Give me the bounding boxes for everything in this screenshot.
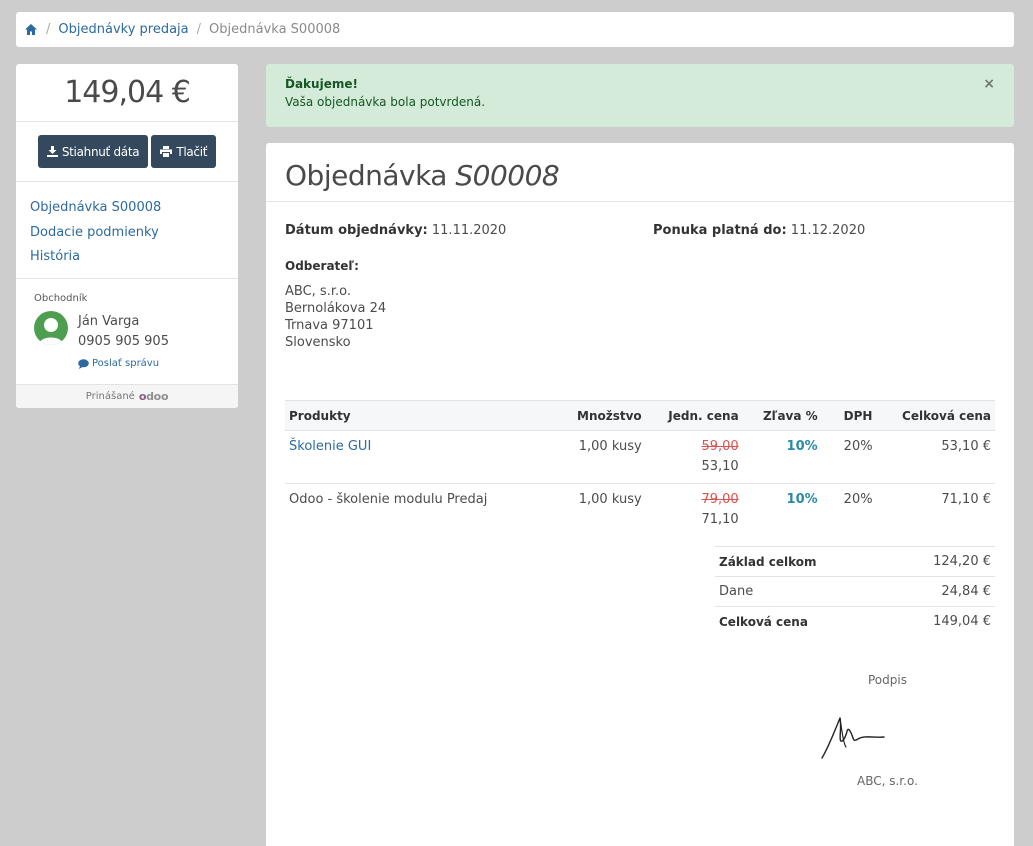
totals-row-total: Celková cena 149,04 € [715,606,995,637]
sidebar-nav: Objednávka S00008 Dodacie podmienky Hist… [16,182,238,279]
order-title: Objednávka S00008 [266,143,1014,202]
address-line: ABC, s.r.o. [285,284,351,299]
line-unit-price: 59,00 53,10 [645,430,743,484]
breadcrumb: / Objednávky predaja / Objednávka S00008 [16,12,1014,47]
print-button-label: Tlačiť [176,144,208,159]
taxes-value: 24,84 € [887,576,995,607]
col-discount: Zľava % [742,400,822,431]
line-quantity: 1,00 kusy [573,430,646,484]
breadcrumb-separator: / [46,22,51,37]
total-label: Celková cena [715,606,888,637]
powered-by: Prinášané odoo [16,385,238,408]
address-line: Trnava 97101 [285,318,374,333]
salesperson-panel: Obchodník Ján Varga 0905 905 905 Poslať … [16,279,238,385]
total-value: 149,04 € [887,606,995,637]
salesperson-name: Ján Varga [78,314,140,329]
order-number: S00008 [455,159,560,192]
product-name: Odoo - školenie modulu Predaj [285,483,573,536]
line-tax: 20% [821,430,882,484]
line-quantity: 1,00 kusy [573,483,646,536]
odoo-logo[interactable]: odoo [139,390,169,403]
table-header-row: Produkty Množstvo Jedn. cena Zľava % DPH… [285,400,995,431]
breadcrumb-current-order: Objednávka S00008 [209,22,341,37]
send-message-label: Poslať správu [92,358,160,369]
alert-title: Ďakujeme! [285,77,358,91]
print-button[interactable]: Tlačiť [151,135,217,168]
order-sidebar: 149,04 € Stiahnuť dáta Tlačiť Objednávka… [16,64,238,408]
customer-label: Odberateľ: [285,259,359,273]
breadcrumb-separator: / [196,22,202,37]
order-date: Dátum objednávky: 11.11.2020 [285,223,506,238]
sidebar-total-amount: 149,04 € [16,64,238,122]
totals-row-subtotal: Základ celkom 124,20 € [715,546,995,577]
order-lines-table: Produkty Množstvo Jedn. cena Zľava % DPH… [285,400,995,536]
comment-icon [78,358,89,369]
order-date-value: 11.11.2020 [431,223,507,238]
totals-row-taxes: Dane 24,84 € [715,576,995,607]
quote-validity-value: 11.12.2020 [790,223,866,238]
breadcrumb-sales-orders[interactable]: Objednávky predaja [58,22,188,37]
download-icon [46,146,58,157]
sidebar-item-delivery-terms[interactable]: Dodacie podmienky [30,221,224,246]
discounted-price: 71,10 [701,512,739,527]
original-price: 79,00 [701,492,739,507]
line-tax: 20% [821,483,882,536]
line-total: 53,10 € [881,430,995,484]
line-discount: 10% [742,430,822,484]
alert-text: Vaša objednávka bola potvrdená. [285,95,486,109]
table-row: Odoo - školenie modulu Predaj 1,00 kusy … [285,483,995,536]
original-price: 59,00 [701,439,739,454]
order-title-prefix: Objednávka [285,159,447,192]
print-icon [160,146,173,157]
line-discount: 10% [742,483,822,536]
signature-label: Podpis [868,673,907,687]
taxes-label: Dane [715,576,888,607]
signed-by: ABC, s.r.o. [857,774,918,788]
salesperson-phone: 0905 905 905 [78,334,169,349]
close-icon[interactable]: × [983,76,995,92]
col-quantity: Množstvo [573,400,646,431]
download-button-label: Stiahnuť dáta [61,144,140,159]
subtotal-value: 124,20 € [887,546,995,577]
col-total: Celková cena [881,400,995,431]
subtotal-label: Základ celkom [715,546,888,577]
product-link[interactable]: Školenie GUI [289,439,371,454]
col-tax: DPH [821,400,882,431]
line-unit-price: 79,00 71,10 [645,483,743,536]
order-card: Objednávka S00008 Dátum objednávky: 11.1… [266,143,1014,846]
col-unit-price: Jedn. cena [645,400,743,431]
download-button[interactable]: Stiahnuť dáta [37,135,149,168]
col-products: Produkty [285,400,573,431]
address-line: Slovensko [285,335,351,350]
totals-table: Základ celkom 124,20 € Dane 24,84 € Celk… [715,546,995,637]
customer-address: ABC, s.r.o. Bernolákova 24 Trnava 97101 … [285,283,386,351]
quote-validity-label: Ponuka platná do: [653,223,787,238]
sidebar-item-history[interactable]: História [30,245,224,270]
address-line: Bernolákova 24 [285,301,387,316]
line-total: 71,10 € [881,483,995,536]
salesperson-header: Obchodník [34,293,88,304]
signature-image [821,717,885,759]
discounted-price: 53,10 [701,459,739,474]
table-row: Školenie GUI 1,00 kusy 59,00 53,10 10% 2… [285,430,995,484]
quote-validity: Ponuka platná do: 11.12.2020 [653,223,865,238]
powered-by-text: Prinášané [85,391,135,402]
avatar [34,311,68,345]
send-message-link[interactable]: Poslať správu [78,358,159,369]
home-icon[interactable] [24,23,38,37]
order-date-label: Dátum objednávky: [285,223,428,238]
confirmation-alert: Ďakujeme! Vaša objednávka bola potvrdená… [266,64,1014,127]
sidebar-item-order[interactable]: Objednávka S00008 [30,196,224,221]
sidebar-actions: Stiahnuť dáta Tlačiť [16,122,238,182]
